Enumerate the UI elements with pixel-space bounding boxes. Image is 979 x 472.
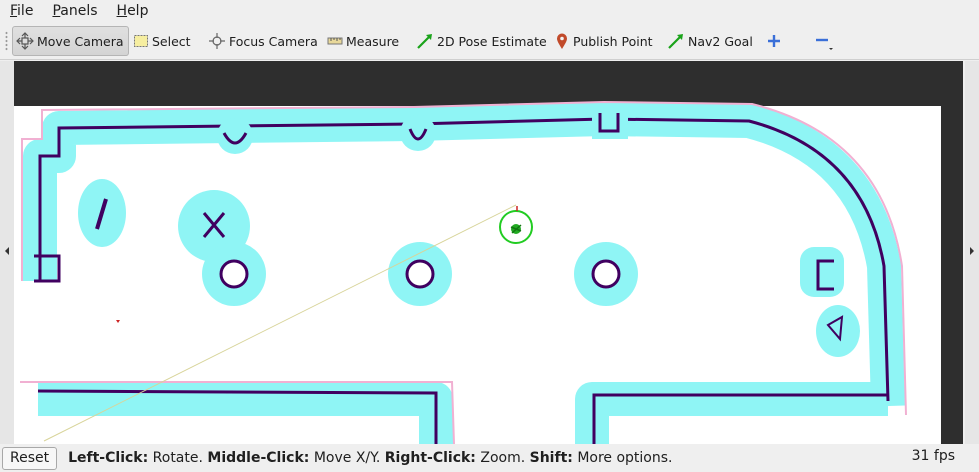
remove-tool-button[interactable] xyxy=(814,26,839,56)
tool-publish-point[interactable]: Publish Point xyxy=(554,26,653,56)
hint-key: Shift: xyxy=(529,450,573,466)
tool-select[interactable]: Select xyxy=(133,26,191,56)
tool-label: 2D Pose Estimate xyxy=(437,33,547,49)
fps-counter: 31 fps xyxy=(911,448,955,464)
tool-label: Publish Point xyxy=(573,33,653,49)
tool-label: Focus Camera xyxy=(229,33,318,49)
render-viewport[interactable] xyxy=(14,61,963,444)
tool-2d-pose-estimate[interactable]: 2D Pose Estimate xyxy=(416,26,547,56)
ruler-icon xyxy=(327,37,343,45)
hint-key: Right-Click: xyxy=(384,450,476,466)
tool-move-camera[interactable]: Move Camera xyxy=(12,26,129,56)
collapse-left-icon xyxy=(5,247,9,255)
mouse-hint-text: Left-Click: Rotate. Middle-Click: Move X… xyxy=(68,450,672,466)
status-bar: Reset Left-Click: Rotate. Middle-Click: … xyxy=(0,444,979,472)
menu-file[interactable]: File xyxy=(0,0,42,22)
hint-key: Left-Click: xyxy=(68,450,149,466)
tools-toolbar: Move Camera Select Focus Camera Measure … xyxy=(0,22,979,60)
menu-help[interactable]: Help xyxy=(107,0,158,22)
hint-desc: Move X/Y. xyxy=(313,450,381,466)
tool-label: Measure xyxy=(346,33,400,49)
tool-focus-camera[interactable]: Focus Camera xyxy=(208,26,318,56)
tool-label: Select xyxy=(152,33,191,49)
green-arrow-icon xyxy=(668,34,683,49)
tool-nav2-goal[interactable]: Nav2 Goal xyxy=(667,26,753,56)
select-icon xyxy=(134,35,148,47)
collapse-right-icon xyxy=(970,247,974,255)
tool-measure[interactable]: Measure xyxy=(327,26,399,56)
minus-icon xyxy=(816,38,833,50)
left-dock-handle[interactable] xyxy=(0,61,14,444)
green-arrow-icon xyxy=(417,34,432,49)
menu-bar: File Panels Help xyxy=(0,0,979,22)
hint-key: Middle-Click: xyxy=(207,450,310,466)
toolbar-grip[interactable] xyxy=(5,31,8,51)
reset-button[interactable]: Reset xyxy=(2,446,58,470)
right-dock-handle[interactable] xyxy=(965,61,979,444)
hint-desc: More options. xyxy=(577,450,673,466)
occupancy-map xyxy=(14,100,941,444)
plus-icon xyxy=(768,35,780,47)
hint-desc: Zoom. xyxy=(480,450,526,466)
menu-panels[interactable]: Panels xyxy=(42,0,106,22)
move-camera-icon xyxy=(16,32,34,50)
hint-desc: Rotate. xyxy=(152,450,203,466)
tool-label: Move Camera xyxy=(37,33,124,49)
add-tool-button[interactable] xyxy=(766,26,785,56)
focus-camera-icon xyxy=(209,33,225,49)
map-pin-icon xyxy=(557,33,567,49)
tool-label: Nav2 Goal xyxy=(688,33,753,49)
